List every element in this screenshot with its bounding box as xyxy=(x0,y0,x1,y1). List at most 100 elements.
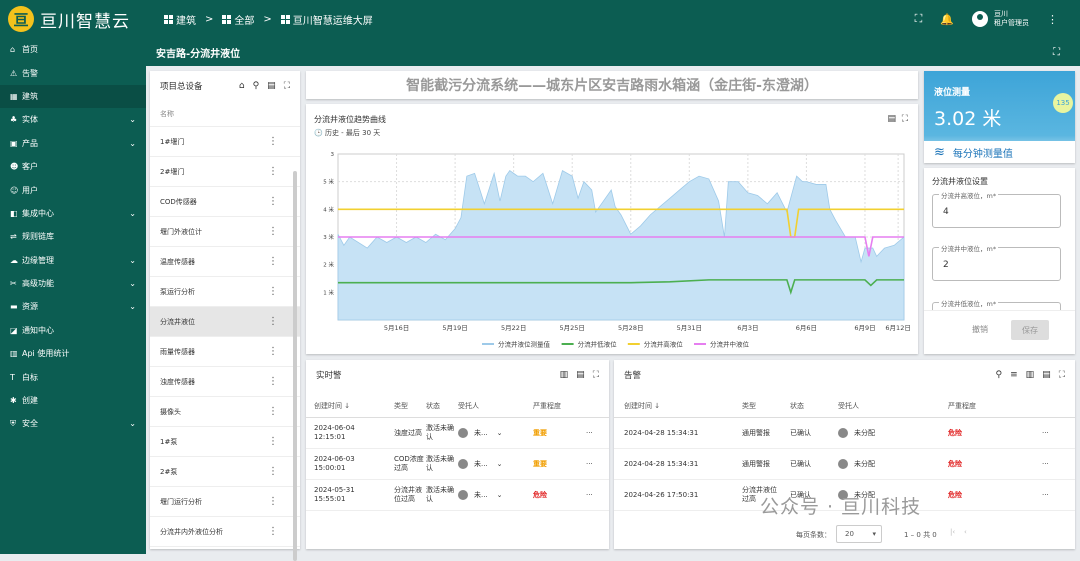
fullscreen-icon[interactable]: ⛶ xyxy=(1059,370,1065,380)
list-item[interactable]: 堰门外液位计 ⋮ xyxy=(150,217,300,247)
more-vert-icon[interactable]: ⋮ xyxy=(268,526,278,537)
list-item[interactable]: 摄像头 ⋮ xyxy=(150,397,300,427)
list-item[interactable]: 1#泵 ⋮ xyxy=(150,427,300,457)
fullscreen-icon[interactable]: ⛶ xyxy=(1053,47,1060,58)
sidebar-item-15[interactable]: ✱ 创建 xyxy=(0,389,146,412)
fullscreen-icon[interactable]: ⛶ xyxy=(593,370,599,380)
page-size-select[interactable]: 20 ▾ xyxy=(836,525,882,543)
cell-assignee[interactable]: 未... ⌄ xyxy=(458,480,502,510)
sidebar-item-11[interactable]: ▬ 资源 ⌄ xyxy=(0,295,146,318)
home-icon[interactable]: ⌂ xyxy=(239,81,245,91)
cell-assignee[interactable]: 未分配 xyxy=(838,449,875,479)
sidebar-item-0[interactable]: ⌂ 首页 xyxy=(0,38,146,61)
export-icon[interactable]: ▤ xyxy=(576,370,585,380)
columns-icon[interactable]: ▥ xyxy=(1026,370,1035,380)
more-vert-icon[interactable]: ⋮ xyxy=(268,136,278,147)
column-header-status[interactable]: 状态 xyxy=(426,394,440,417)
fullscreen-icon[interactable]: ⛶ xyxy=(915,12,923,26)
sidebar-item-9[interactable]: ☁ 边缘管理 ⌄ xyxy=(0,249,146,272)
column-header-status[interactable]: 状态 xyxy=(790,394,804,417)
column-header-time[interactable]: 创建时间 ↓ xyxy=(624,394,660,417)
save-button[interactable]: 保存 xyxy=(1011,320,1049,340)
list-item[interactable]: 分流井内外液位分析 ⋮ xyxy=(150,517,300,547)
more-vert-icon[interactable]: ⋮ xyxy=(268,316,278,327)
table-row[interactable]: 2024-06-03 15:00:01 COD浓度过高 激活未确认 未... ⌄ 重要 ·… xyxy=(306,449,609,480)
sidebar-item-12[interactable]: ◪ 通知中心 xyxy=(0,319,146,342)
export-icon[interactable]: ▤ xyxy=(267,81,276,91)
search-icon[interactable]: ⚲ xyxy=(253,81,260,91)
list-item[interactable]: 温度传感器 ⋮ xyxy=(150,247,300,277)
more-vert-icon[interactable]: ⋮ xyxy=(268,436,278,447)
cell-assignee[interactable]: 未... ⌄ xyxy=(458,418,502,448)
list-item[interactable]: 1#堰门 ⋮ xyxy=(150,127,300,157)
table-row[interactable]: 2024-04-28 15:34:31 通用警报 已确认 未分配 危险 ··· xyxy=(614,449,1075,480)
list-item[interactable]: COD传感器 ⋮ xyxy=(150,187,300,217)
column-header-assignee[interactable]: 受托人 xyxy=(838,394,859,417)
more-horiz-icon[interactable]: ··· xyxy=(1042,418,1049,448)
more-horiz-icon[interactable]: ··· xyxy=(586,418,593,448)
bell-icon[interactable]: 🔔 xyxy=(940,13,954,26)
more-horiz-icon[interactable]: ··· xyxy=(1042,480,1049,510)
cancel-button[interactable]: 撤销 xyxy=(972,324,988,335)
cell-assignee[interactable]: 未分配 xyxy=(838,418,875,448)
list-item[interactable]: 2#泵 ⋮ xyxy=(150,457,300,487)
scrollbar[interactable] xyxy=(293,171,297,561)
breadcrumb-item-building[interactable]: 建筑 xyxy=(164,12,196,27)
sidebar-item-16[interactable]: ⛨ 安全 ⌄ xyxy=(0,412,146,435)
table-row[interactable]: 2024-04-28 15:34:31 通用警报 已确认 未分配 危险 ··· xyxy=(614,418,1075,449)
column-header-assignee[interactable]: 受托人 xyxy=(458,394,479,417)
avatar[interactable] xyxy=(972,11,988,27)
more-vert-icon[interactable]: ⋮ xyxy=(268,466,278,477)
breadcrumb-item-dashboard[interactable]: 亘川智慧运维大屏 xyxy=(280,12,373,27)
user-info[interactable]: 亘川 租户管理员 xyxy=(994,10,1029,28)
more-vert-icon[interactable]: ⋮ xyxy=(268,406,278,417)
more-horiz-icon[interactable]: ··· xyxy=(586,449,593,479)
high-level-field[interactable]: 分流井高液位，m* 4 xyxy=(932,190,1061,228)
mid-level-field[interactable]: 分流井中液位，m* 2 xyxy=(932,243,1061,281)
prev-page-icon[interactable]: ‹ xyxy=(964,528,967,536)
sidebar-item-8[interactable]: ⇌ 规则链库 xyxy=(0,225,146,248)
sidebar-item-14[interactable]: T 白标 xyxy=(0,365,146,388)
more-vert-icon[interactable]: ⋮ xyxy=(268,196,278,207)
cell-assignee[interactable]: 未... ⌄ xyxy=(458,449,502,479)
more-vert-icon[interactable]: ⋮ xyxy=(268,496,278,507)
more-vert-icon[interactable]: ⋮ xyxy=(268,256,278,267)
sidebar-item-3[interactable]: ♣ 实体 ⌄ xyxy=(0,108,146,131)
sidebar-item-5[interactable]: ☻ 客户 xyxy=(0,155,146,178)
fullscreen-icon[interactable]: ⛶ xyxy=(284,81,290,91)
sidebar-item-10[interactable]: ✂ 高级功能 ⌄ xyxy=(0,272,146,295)
columns-icon[interactable]: ▥ xyxy=(560,370,569,380)
filter-icon[interactable]: ≡ xyxy=(1010,370,1018,380)
low-level-field[interactable]: 分流井低液位，m* xyxy=(932,298,1061,310)
list-item[interactable]: 分流井液位 ⋮ xyxy=(150,307,300,337)
more-vert-icon[interactable]: ⋮ xyxy=(268,166,278,177)
more-vert-icon[interactable]: ⋮ xyxy=(268,376,278,387)
sidebar-item-7[interactable]: ◧ 集成中心 ⌄ xyxy=(0,202,146,225)
table-row[interactable]: 2024-05-31 15:55:01 分流井液位过高 激活未确认 未... ⌄ 危险 ·… xyxy=(306,480,609,511)
more-vert-icon[interactable]: ⋮ xyxy=(1047,13,1058,26)
list-item[interactable]: 泵运行分析 ⋮ xyxy=(150,277,300,307)
search-icon[interactable]: ⚲ xyxy=(996,370,1003,380)
sidebar-item-2[interactable]: ▦ 建筑 xyxy=(0,84,146,109)
list-item[interactable]: 浊度传感器 ⋮ xyxy=(150,367,300,397)
app-logo[interactable]: 亘 亘川智慧云 xyxy=(0,0,146,38)
list-item[interactable]: 2#堰门 ⋮ xyxy=(150,157,300,187)
column-header-type[interactable]: 类型 xyxy=(394,394,408,417)
sidebar-item-13[interactable]: ▥ Api 使用统计 xyxy=(0,342,146,365)
sidebar-item-6[interactable]: ☺ 用户 xyxy=(0,178,146,201)
table-row[interactable]: 2024-06-04 12:15:01 浊度过高 激活未确认 未... ⌄ 重要 ··· xyxy=(306,418,609,449)
column-header-severity[interactable]: 严重程度 xyxy=(533,394,561,417)
breadcrumb-item-all[interactable]: 全部 xyxy=(222,12,254,27)
export-icon[interactable]: ▤ xyxy=(1042,370,1051,380)
sidebar-item-1[interactable]: ⚠ 告警 xyxy=(0,61,146,84)
column-header-name[interactable]: 名称 xyxy=(150,101,300,127)
more-vert-icon[interactable]: ⋮ xyxy=(268,226,278,237)
column-header-type[interactable]: 类型 xyxy=(742,394,756,417)
first-page-icon[interactable]: |‹ xyxy=(950,528,955,536)
sidebar-item-4[interactable]: ▣ 产品 ⌄ xyxy=(0,132,146,155)
more-vert-icon[interactable]: ⋮ xyxy=(268,346,278,357)
column-header-time[interactable]: 创建时间 ↓ xyxy=(314,394,350,417)
list-item[interactable]: 雨量传感器 ⋮ xyxy=(150,337,300,367)
more-horiz-icon[interactable]: ··· xyxy=(586,480,593,510)
list-item[interactable]: 堰门运行分析 ⋮ xyxy=(150,487,300,517)
